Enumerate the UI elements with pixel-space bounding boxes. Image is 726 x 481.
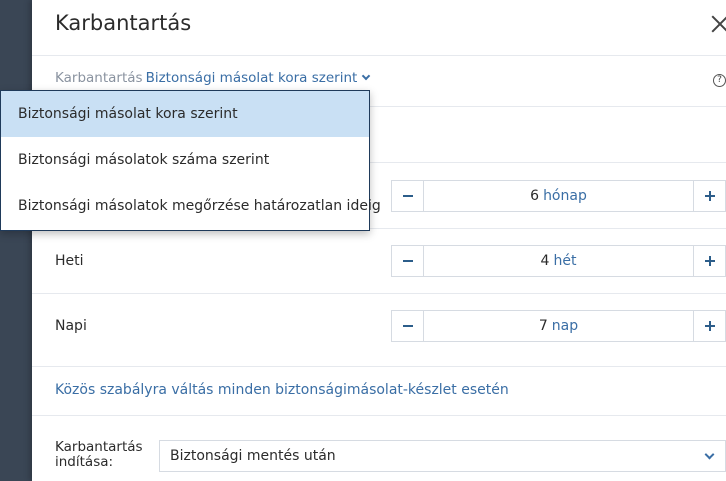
panel-title: Karbantartás bbox=[55, 11, 192, 35]
common-rule-link[interactable]: Közös szabályra váltás minden biztonsági… bbox=[55, 382, 509, 398]
daily-increment-button[interactable] bbox=[693, 311, 725, 341]
start-maintenance-select[interactable]: Biztonsági mentés után bbox=[159, 440, 726, 472]
chevron-down-icon[interactable] bbox=[362, 71, 371, 81]
weekly-stepper: 4 hét bbox=[391, 245, 726, 277]
monthly-decrement-button[interactable] bbox=[392, 181, 424, 211]
start-maintenance-label: Karbantartás indítása: bbox=[55, 439, 143, 470]
breadcrumb: Karbantartás Biztonsági másolat kora szer… bbox=[55, 70, 371, 86]
weekly-increment-button[interactable] bbox=[693, 246, 725, 276]
daily-label: Napi bbox=[55, 318, 87, 334]
help-icon[interactable]: ? bbox=[713, 74, 726, 87]
maintenance-panel: Karbantartás Karbantartás Biztonsági máso… bbox=[32, 0, 726, 481]
weekly-value: 4 hét bbox=[424, 246, 693, 276]
close-icon[interactable] bbox=[706, 10, 726, 38]
dropdown-option-by-age[interactable]: Biztonsági másolat kora szerint bbox=[1, 91, 369, 137]
monthly-increment-button[interactable] bbox=[693, 181, 725, 211]
daily-stepper: 7 nap bbox=[391, 310, 726, 342]
breadcrumb-label: Karbantartás bbox=[55, 70, 143, 86]
monthly-stepper: 6 hónap bbox=[391, 180, 726, 212]
chevron-down-icon bbox=[704, 449, 715, 460]
retention-mode-dropdown: Biztonsági másolat kora szerint Biztonsá… bbox=[0, 90, 381, 231]
daily-value: 7 nap bbox=[424, 311, 693, 341]
dropdown-option-keep-indefinitely[interactable]: Biztonsági másolatok megőrzése határozat… bbox=[1, 183, 381, 229]
daily-decrement-button[interactable] bbox=[392, 311, 424, 341]
weekly-unit[interactable]: hét bbox=[553, 253, 576, 269]
weekly-label: Heti bbox=[55, 253, 84, 269]
start-maintenance-value: Biztonsági mentés után bbox=[170, 448, 336, 464]
daily-unit[interactable]: nap bbox=[552, 318, 578, 334]
divider bbox=[32, 366, 726, 367]
monthly-unit[interactable]: hónap bbox=[543, 188, 587, 204]
retention-mode-selector[interactable]: Biztonsági másolat kora szerint bbox=[146, 70, 358, 86]
monthly-number: 6 bbox=[530, 188, 540, 204]
divider bbox=[32, 293, 726, 294]
weekly-number: 4 bbox=[540, 253, 550, 269]
daily-number: 7 bbox=[538, 318, 548, 334]
left-navigation-rail bbox=[0, 0, 32, 481]
monthly-value: 6 hónap bbox=[424, 181, 693, 211]
divider bbox=[32, 55, 726, 56]
weekly-decrement-button[interactable] bbox=[392, 246, 424, 276]
dropdown-option-by-count[interactable]: Biztonsági másolatok száma szerint bbox=[1, 137, 369, 183]
divider bbox=[32, 415, 726, 416]
